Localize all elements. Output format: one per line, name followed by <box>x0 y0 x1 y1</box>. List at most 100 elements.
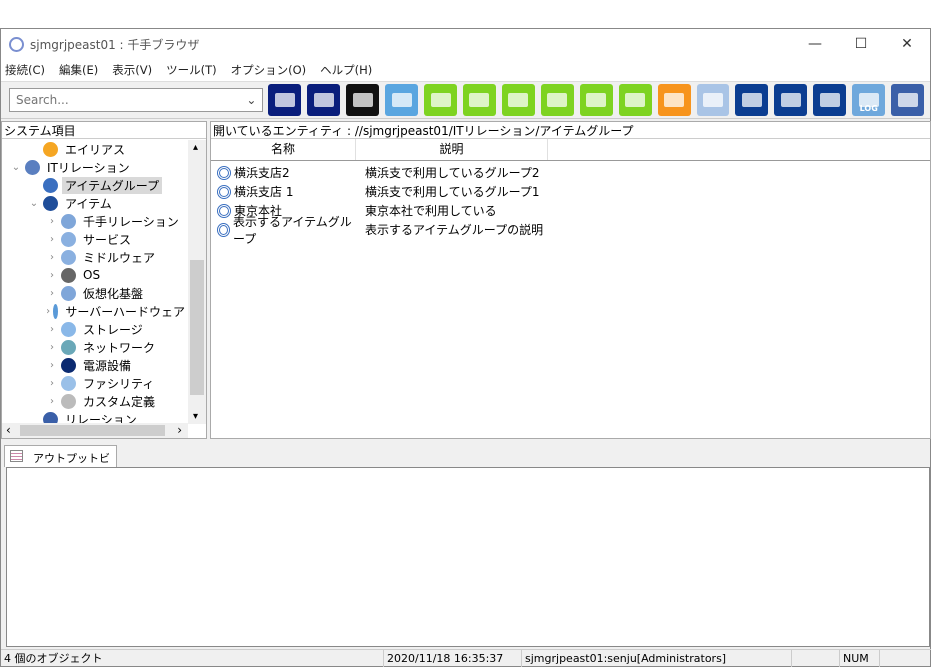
scroll-down-icon[interactable]: ▾ <box>193 411 198 422</box>
tree-item[interactable]: ⌄ ITリレーション <box>2 158 188 176</box>
tree-item[interactable]: › 仮想化基盤 <box>2 284 188 302</box>
multi-monitor-icon[interactable] <box>268 84 302 116</box>
monitor-icon[interactable] <box>307 84 341 116</box>
tree-node-icon <box>25 159 40 175</box>
log-label: LOG <box>859 104 878 113</box>
scroll-up-icon[interactable]: ▴ <box>193 142 198 153</box>
report-chart-icon[interactable] <box>657 84 691 116</box>
expand-arrow-icon[interactable]: › <box>46 378 58 389</box>
expand-arrow-icon[interactable]: › <box>46 396 58 407</box>
tree-item[interactable]: › サービス <box>2 230 188 248</box>
tree-node-icon <box>61 339 76 355</box>
vertical-scrollbar[interactable]: ▴ ▾ <box>188 140 206 424</box>
bar-chart-icon[interactable] <box>579 84 613 116</box>
database-monitor-icon[interactable] <box>346 84 380 116</box>
tree-item-label: ストレージ <box>83 322 143 337</box>
menu-item-1[interactable]: 編集(E) <box>59 62 98 78</box>
menu-item-3[interactable]: ツール(T) <box>166 62 217 78</box>
tree-item[interactable]: リレーション <box>2 410 188 424</box>
gear-export-icon[interactable] <box>735 84 769 116</box>
row-name: 表示するアイテムグループ <box>232 214 352 246</box>
table-row[interactable]: 表示するアイテムグループ 表示するアイテムグループの説明 <box>211 215 930 246</box>
monitor-check-icon[interactable] <box>540 84 574 116</box>
row-description: 東京本社で利用している <box>365 204 497 218</box>
tree-item[interactable]: › ネットワーク <box>2 338 188 356</box>
check-export-icon[interactable] <box>774 84 808 116</box>
table-row[interactable]: 横浜支店 1 横浜支で利用しているグループ1 <box>211 182 930 201</box>
column-description[interactable]: 説明 <box>356 139 548 160</box>
camera-item-icon[interactable] <box>501 84 535 116</box>
tree-item[interactable]: › ストレージ <box>2 320 188 338</box>
message-icon[interactable] <box>385 84 419 116</box>
expand-arrow-icon[interactable]: › <box>46 360 58 371</box>
tree-item[interactable]: ⌄ アイテム <box>2 194 188 212</box>
column-name[interactable]: 名称 <box>211 139 356 160</box>
entity-path: 開いているエンティティ : //sjmgrjpeast01/ITリレーション/ア… <box>211 122 930 139</box>
status-datetime: 2020/11/18 16:35:37 <box>384 650 522 667</box>
tree-node-icon <box>61 231 76 247</box>
menu-item-2[interactable]: 表示(V) <box>112 62 152 78</box>
row-description: 横浜支で利用しているグループ1 <box>365 185 540 199</box>
expand-arrow-icon[interactable]: › <box>46 270 58 281</box>
toolbar: ⌄ LOG <box>1 81 930 119</box>
tree-item[interactable]: › カスタム定義 <box>2 392 188 410</box>
menu-item-4[interactable]: オプション(O) <box>231 62 307 78</box>
app-window: sjmgrjpeast01 : 千手ブラウザ — ☐ ✕ 接続(C) 編集(E) 表… <box>0 28 931 667</box>
tree-item[interactable]: › 千手リレーション <box>2 212 188 230</box>
column-headers: 名称 説明 <box>211 139 930 161</box>
camera-export-icon[interactable] <box>813 84 847 116</box>
scroll-left-icon[interactable]: ‹ <box>6 423 11 437</box>
tree-node-icon <box>61 213 76 229</box>
check-item-icon[interactable] <box>463 84 496 116</box>
expand-arrow-icon[interactable]: ⌄ <box>10 162 22 173</box>
scroll-thumb[interactable] <box>20 425 165 436</box>
tree-item[interactable]: アイテムグループ <box>2 176 188 194</box>
tree-item[interactable]: エイリアス <box>2 140 188 158</box>
puzzle-icon[interactable] <box>696 84 730 116</box>
item-group-icon <box>217 184 231 199</box>
tree-node-icon <box>43 195 58 211</box>
num-lock-indicator: NUM <box>840 650 880 667</box>
minimize-button[interactable]: — <box>792 36 838 52</box>
close-button[interactable]: ✕ <box>884 36 930 52</box>
expand-arrow-icon[interactable]: › <box>46 216 58 227</box>
tree-item[interactable]: › ミドルウェア <box>2 248 188 266</box>
tree-item[interactable]: › サーバーハードウェア <box>2 302 188 320</box>
output-area[interactable] <box>6 467 930 647</box>
title-bar: sjmgrjpeast01 : 千手ブラウザ — ☐ ✕ <box>1 29 930 59</box>
tree-item[interactable]: › OS <box>2 266 188 284</box>
expand-arrow-icon[interactable]: › <box>46 288 58 299</box>
maximize-button[interactable]: ☐ <box>838 36 884 52</box>
expand-arrow-icon[interactable]: › <box>46 234 58 245</box>
expand-arrow-icon[interactable]: › <box>46 252 58 263</box>
expand-arrow-icon[interactable]: › <box>46 342 58 353</box>
expand-arrow-icon[interactable]: › <box>46 306 50 317</box>
tab-output-view[interactable]: アウトプットビュー <box>4 445 117 481</box>
horizontal-scrollbar[interactable]: ‹ › <box>2 423 188 438</box>
tree-item-label: ミドルウェア <box>83 250 156 265</box>
tree-node-icon <box>43 177 58 193</box>
tree-item-label: 電源設備 <box>83 358 132 373</box>
expand-arrow-icon[interactable]: › <box>46 324 58 335</box>
table-row[interactable]: 横浜支店2 横浜支で利用しているグループ2 <box>211 163 930 182</box>
tree-node-icon <box>61 249 76 265</box>
chevron-down-icon[interactable]: ⌄ <box>246 93 256 107</box>
log-icon[interactable]: LOG <box>852 84 886 116</box>
radar-icon[interactable] <box>891 84 925 116</box>
menu-item-5[interactable]: ヘルプ(H) <box>320 62 372 78</box>
scroll-right-icon[interactable]: › <box>177 423 182 437</box>
menu-item-0[interactable]: 接続(C) <box>5 62 45 78</box>
tree-item-label: サーバーハードウェア <box>65 304 185 319</box>
tree-item[interactable]: › ファシリティ <box>2 374 188 392</box>
gear-item-icon[interactable] <box>424 84 458 116</box>
expand-arrow-icon[interactable]: ⌄ <box>28 198 40 209</box>
tree-item[interactable]: › 電源設備 <box>2 356 188 374</box>
object-count: 4 個のオブジェクト <box>1 650 384 667</box>
tree-node-icon <box>61 285 76 301</box>
search-combobox[interactable]: ⌄ <box>9 88 264 112</box>
search-input[interactable] <box>16 93 247 107</box>
gantt-icon[interactable] <box>618 84 652 116</box>
row-name: 横浜支店2 <box>234 166 290 180</box>
scroll-thumb[interactable] <box>190 260 204 395</box>
tree-view: エイリアス ⌄ ITリレーション アイテムグループ ⌄ アイテム › 千手リレーション › サービ… <box>2 140 188 424</box>
